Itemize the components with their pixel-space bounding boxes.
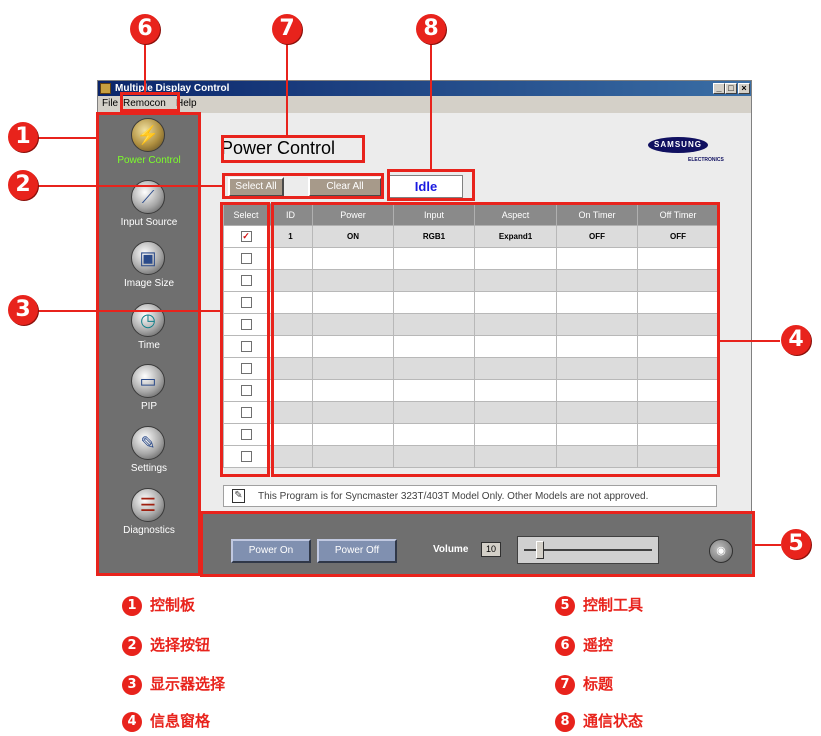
callout-line-4 — [720, 340, 780, 342]
app-icon — [100, 83, 111, 94]
legend-num-6: 6 — [555, 636, 575, 656]
minimize-button[interactable]: _ — [713, 83, 725, 94]
menu-file[interactable]: File — [102, 96, 118, 111]
legend-num-7: 7 — [555, 675, 575, 695]
callout-badge-7: 7 — [272, 14, 302, 44]
menu-bar: File Remocon Help — [98, 96, 751, 111]
callout-box-7 — [221, 135, 365, 163]
callout-badge-1: 1 — [8, 122, 38, 152]
samsung-logo: SAMSUNG — [648, 137, 708, 153]
callout-line-6 — [144, 44, 146, 92]
notice-text: This Program is for Syncmaster 323T/403T… — [258, 491, 649, 502]
close-button[interactable]: × — [738, 83, 750, 94]
callout-badge-6: 6 — [130, 14, 160, 44]
notice-bar: ✎ This Program is for Syncmaster 323T/40… — [223, 485, 717, 507]
legend-text-3: 显示器选择 — [150, 675, 226, 693]
legend-text-8: 通信状态 — [583, 712, 644, 730]
legend-text-7: 标题 — [583, 675, 614, 693]
callout-line-8 — [430, 44, 432, 169]
samsung-logo-sub: ELECTRONICS — [688, 157, 724, 163]
legend-num-4: 4 — [122, 712, 142, 732]
legend-text-2: 选择按钮 — [150, 636, 211, 654]
legend-num-5: 5 — [555, 596, 575, 616]
legend-num-2: 2 — [122, 636, 142, 656]
legend-text-4: 信息窗格 — [150, 712, 211, 730]
legend-num-3: 3 — [122, 675, 142, 695]
callout-badge-4: 4 — [781, 325, 811, 355]
legend-num-8: 8 — [555, 712, 575, 732]
maximize-button[interactable]: □ — [725, 83, 737, 94]
callout-line-1 — [38, 137, 96, 139]
callout-line-2 — [38, 185, 222, 187]
legend-text-5: 控制工具 — [583, 596, 644, 614]
callout-badge-5: 5 — [781, 529, 811, 559]
legend-text-6: 遥控 — [583, 636, 614, 654]
callout-box-2 — [222, 173, 384, 199]
callout-box-6 — [120, 92, 180, 112]
legend-text-1: 控制板 — [150, 596, 196, 614]
callout-line-3 — [38, 310, 220, 312]
callout-box-5 — [200, 511, 755, 577]
note-icon: ✎ — [232, 489, 245, 503]
callout-box-8 — [387, 169, 475, 201]
callout-badge-3: 3 — [8, 295, 38, 325]
callout-line-5 — [755, 544, 781, 546]
callout-badge-2: 2 — [8, 170, 38, 200]
legend-num-1: 1 — [122, 596, 142, 616]
callout-box-4 — [271, 202, 720, 477]
callout-box-3 — [220, 202, 270, 477]
callout-line-7 — [286, 44, 288, 135]
callout-box-1 — [96, 112, 201, 576]
title-bar: Multiple Display Control _ □ × — [98, 81, 751, 96]
callout-badge-8: 8 — [416, 14, 446, 44]
